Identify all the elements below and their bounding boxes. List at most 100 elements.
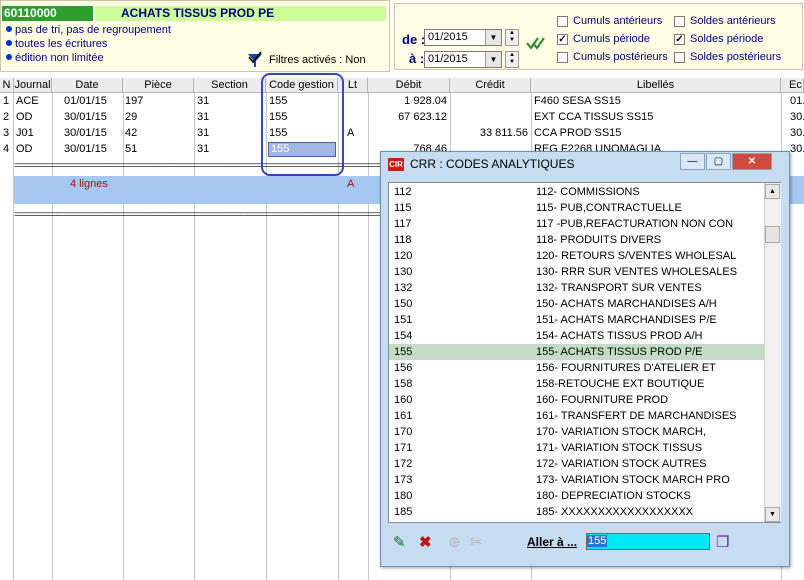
list-item[interactable]: 130 130- RRR SUR VENTES WHOLESALES bbox=[389, 264, 764, 280]
book-icon[interactable]: ❒ bbox=[716, 535, 729, 550]
period-to-value: 01/2015 bbox=[428, 53, 468, 65]
checkbox-soldes-anterieurs[interactable] bbox=[674, 16, 685, 27]
row2-piece[interactable]: 29 bbox=[125, 110, 137, 125]
checkbox-soldes-posterieurs[interactable] bbox=[674, 52, 685, 63]
scroll-thumb[interactable] bbox=[765, 226, 780, 243]
code-gestion-focus-ring bbox=[261, 73, 344, 176]
col-header-section[interactable]: Section bbox=[194, 78, 266, 93]
row3-n[interactable]: 3 bbox=[3, 126, 9, 141]
chevron-down-icon[interactable]: ▼ bbox=[485, 30, 501, 45]
checkbox-soldes-periode[interactable]: ✓ bbox=[674, 34, 685, 45]
select-icon[interactable]: ✎ bbox=[393, 535, 406, 550]
row3-journal[interactable]: J01 bbox=[16, 126, 34, 141]
validate-icon[interactable] bbox=[526, 36, 546, 50]
list-item-label: 172- VARIATION STOCK AUTRES bbox=[536, 458, 707, 470]
list-item[interactable]: 185 185- XXXXXXXXXXXXXXXXXX bbox=[389, 504, 764, 520]
row2-journal[interactable]: OD bbox=[16, 110, 33, 125]
checkbox-cumuls-anterieurs[interactable] bbox=[557, 16, 568, 27]
row4-date[interactable]: 30/01/15 bbox=[64, 142, 107, 157]
row1-libelle[interactable]: F460 SESA SS15 bbox=[534, 94, 621, 109]
row2-debit[interactable]: 67 623.12 bbox=[372, 110, 447, 125]
option-entries: toutes les écritures bbox=[6, 38, 107, 51]
col-header-credit[interactable]: Crédit bbox=[450, 78, 531, 93]
list-item[interactable]: 156 156- FOURNITURES D'ATELIER ET bbox=[389, 360, 764, 376]
col-header-ec[interactable]: Ec bbox=[781, 78, 804, 93]
col-header-piece[interactable]: Pièce bbox=[123, 78, 194, 93]
col-header-debit[interactable]: Débit bbox=[368, 78, 450, 93]
edit-icon[interactable]: ✂ bbox=[470, 535, 483, 550]
list-item[interactable]: 160 160- FOURNITURE PROD bbox=[389, 392, 764, 408]
row2-n[interactable]: 2 bbox=[3, 110, 9, 125]
list-item[interactable]: 161 161- TRANSFERT DE MARCHANDISES bbox=[389, 408, 764, 424]
list-item[interactable]: 158 158-RETOUCHE EXT BOUTIQUE bbox=[389, 376, 764, 392]
row1-debit[interactable]: 1 928.04 bbox=[372, 94, 447, 109]
scroll-down-icon[interactable]: ▼ bbox=[765, 507, 780, 522]
list-item[interactable]: 170 170- VARIATION STOCK MARCH, bbox=[389, 424, 764, 440]
list-item[interactable]: 154 154- ACHATS TISSUS PROD A/H bbox=[389, 328, 764, 344]
option-sort-label: pas de tri, pas de regroupement bbox=[15, 24, 171, 36]
filter-icon[interactable] bbox=[246, 51, 264, 69]
checkbox-cumuls-posterieurs[interactable] bbox=[557, 52, 568, 63]
list-item[interactable]: 117 117 -PUB,REFACTURATION NON CON bbox=[389, 216, 764, 232]
list-item[interactable]: 151 151- ACHATS MARCHANDISES P/E bbox=[389, 312, 764, 328]
row4-section[interactable]: 31 bbox=[197, 142, 209, 157]
row3-section[interactable]: 31 bbox=[197, 126, 209, 141]
row3-lt[interactable]: A bbox=[347, 126, 354, 141]
row4-journal[interactable]: OD bbox=[16, 142, 33, 157]
row2-section[interactable]: 31 bbox=[197, 110, 209, 125]
list-item[interactable]: 118 118- PRODUITS DIVERS bbox=[389, 232, 764, 248]
list-item[interactable]: 173 173- VARIATION STOCK MARCH PRO bbox=[389, 472, 764, 488]
row4-piece[interactable]: 51 bbox=[125, 142, 137, 157]
list-item[interactable]: 180 180- DEPRECIATION STOCKS bbox=[389, 488, 764, 504]
period-from-select[interactable]: 01/2015 ▼ bbox=[424, 29, 502, 46]
col-header-journal[interactable]: Journal bbox=[14, 78, 52, 93]
row1-journal[interactable]: ACE bbox=[16, 94, 39, 109]
list-item-label: 160- FOURNITURE PROD bbox=[536, 394, 669, 406]
row1-section[interactable]: 31 bbox=[197, 94, 209, 109]
list-item-code: 120 bbox=[394, 250, 413, 262]
row2-date[interactable]: 30/01/15 bbox=[64, 110, 107, 125]
scroll-up-icon[interactable]: ▲ bbox=[765, 184, 780, 199]
list-item-code: 172 bbox=[394, 458, 413, 470]
row3-date[interactable]: 30/01/15 bbox=[64, 126, 107, 141]
checkbox-cumuls-periode-label: Cumuls période bbox=[573, 33, 651, 45]
row2-ec[interactable]: 30. bbox=[790, 110, 804, 125]
row1-piece[interactable]: 197 bbox=[125, 94, 143, 109]
row1-n[interactable]: 1 bbox=[3, 94, 9, 109]
col-header-date[interactable]: Date bbox=[52, 78, 123, 93]
maximize-icon[interactable]: ▢ bbox=[706, 153, 731, 170]
row3-credit[interactable]: 33 811.56 bbox=[453, 126, 528, 141]
list-item[interactable]: 172 172- VARIATION STOCK AUTRES bbox=[389, 456, 764, 472]
list-item[interactable]: 112 112- COMMISSIONS bbox=[389, 184, 764, 200]
goto-input[interactable]: 155 bbox=[586, 533, 710, 550]
row3-ec[interactable]: 30. bbox=[790, 126, 804, 141]
period-to-spinner[interactable]: ▲ ▼ bbox=[505, 51, 519, 68]
close-icon[interactable]: ✕ bbox=[732, 153, 772, 170]
list-item[interactable]: 150 150- ACHATS MARCHANDISES A/H bbox=[389, 296, 764, 312]
chevron-down-icon[interactable]: ▼ bbox=[485, 52, 501, 67]
list-item[interactable]: 155 155- ACHATS TISSUS PROD P/E bbox=[389, 344, 764, 360]
col-header-libelles[interactable]: Libellés bbox=[531, 78, 781, 93]
col-header-n[interactable]: N bbox=[0, 78, 14, 93]
row3-libelle[interactable]: CCA PROD SS15 bbox=[534, 126, 621, 141]
row3-piece[interactable]: 42 bbox=[125, 126, 137, 141]
checkbox-soldes-anterieurs-label: Soldes antérieurs bbox=[690, 15, 776, 27]
list-item[interactable]: 171 171- VARIATION STOCK TISSUS bbox=[389, 440, 764, 456]
list-item[interactable]: 132 132- TRANSPORT SUR VENTES bbox=[389, 280, 764, 296]
row4-n[interactable]: 4 bbox=[3, 142, 9, 157]
row4-ec[interactable]: 30. bbox=[790, 142, 804, 157]
list-item[interactable]: 115 115- PUB,CONTRACTUELLE bbox=[389, 200, 764, 216]
period-to-select[interactable]: 01/2015 ▼ bbox=[424, 51, 502, 68]
minimize-icon[interactable]: — bbox=[680, 153, 705, 170]
period-from-spinner[interactable]: ▲ ▼ bbox=[505, 29, 519, 46]
row1-date[interactable]: 01/01/15 bbox=[64, 94, 107, 109]
checkbox-cumuls-periode[interactable]: ✓ bbox=[557, 34, 568, 45]
list-item-label: 150- ACHATS MARCHANDISES A/H bbox=[536, 298, 717, 310]
list-item[interactable]: 120 120- RETOURS S/VENTES WHOLESAL bbox=[389, 248, 764, 264]
add-icon[interactable]: ⊕ bbox=[448, 535, 461, 550]
list-item-code: 154 bbox=[394, 330, 413, 342]
cancel-icon[interactable]: ✖ bbox=[419, 535, 432, 550]
list-item-label: 115- PUB,CONTRACTUELLE bbox=[536, 202, 682, 214]
row2-libelle[interactable]: EXT CCA TISSUS SS15 bbox=[534, 110, 653, 125]
row1-ec[interactable]: 01. bbox=[790, 94, 804, 109]
